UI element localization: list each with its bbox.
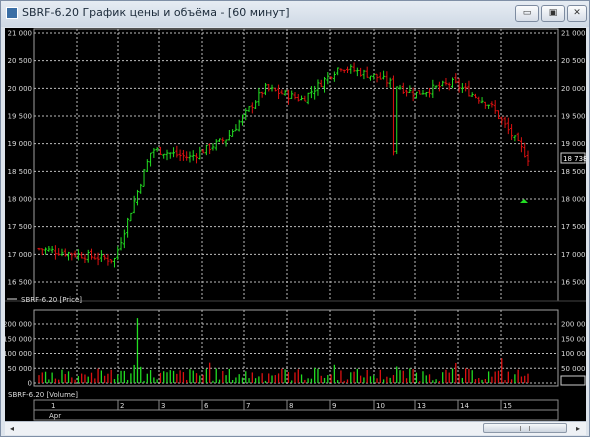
price-tick-label: 21 000 (8, 30, 33, 38)
last-price-label: 18 738 (563, 155, 586, 163)
price-legend: SBRF-6.20 [Price] (21, 296, 82, 304)
price-tick-label: 17 000 (8, 251, 33, 259)
price-tick-label: 18 500 (8, 168, 33, 176)
volume-tick-label: 200 000 (5, 321, 32, 329)
title-bar[interactable]: SBRF-6.20 График цены и объёма - [60 мин… (1, 1, 589, 27)
price-tick-label: 19 500 (561, 113, 586, 121)
price-tick-label: 16 500 (8, 279, 33, 287)
price-panel: 21 000 20 500 20 000 19 500 19 000 18 500 18 0… (8, 28, 588, 302)
price-tick-label: 18 500 (561, 168, 586, 176)
price-tick-label: 17 000 (561, 251, 586, 259)
volume-axis-left: 200 000 150 000 100 000 50 000 0 (3, 321, 33, 388)
price-tick-label: 19 000 (561, 140, 586, 148)
volume-legend: SBRF-6.20 [Volume] (8, 391, 78, 399)
price-tick-label: 19 500 (8, 113, 33, 121)
last-volume-box (560, 375, 586, 386)
window-title: SBRF-6.20 График цены и объёма - [60 мин… (22, 6, 290, 19)
volume-tick-label: 50 000 (8, 365, 33, 373)
day-label: 8 (289, 402, 293, 410)
date-axis: 1 2 3 6 7 8 9 10 13 14 15 Apr (33, 399, 559, 421)
minimize-button[interactable]: ▭ (515, 5, 539, 22)
scroll-right-arrow[interactable]: ▸ (571, 422, 585, 435)
price-tick-label: 16 500 (561, 279, 586, 287)
price-plot-frame (33, 28, 559, 302)
price-tick-label: 18 000 (8, 196, 33, 204)
price-tick-label: 20 500 (561, 57, 586, 65)
chart-window: SBRF-6.20 График цены и объёма - [60 мин… (0, 0, 590, 437)
day-label: 6 (204, 402, 209, 410)
price-tick-label: 20 000 (8, 85, 33, 93)
volume-tick-label: 150 000 (561, 335, 586, 343)
app-icon (6, 7, 18, 19)
day-label: 14 (460, 402, 469, 410)
restore-button[interactable]: ▣ (541, 5, 565, 22)
volume-plot-frame (33, 309, 559, 387)
horizontal-scrollbar[interactable]: ◂ ▸ (5, 421, 586, 435)
price-tick-label: 17 500 (561, 223, 586, 231)
day-label: 1 (51, 402, 55, 410)
day-label: 2 (120, 402, 124, 410)
volume-tick-label: 200 000 (561, 321, 586, 329)
day-label: 3 (161, 402, 165, 410)
scroll-grip-icon (520, 426, 530, 431)
chart-svg: 21 00020 50020 00019 50019 00018 50018 0… (3, 28, 590, 421)
volume-tick-label: 100 000 (561, 350, 586, 358)
price-tick-label: 18 000 (561, 196, 586, 204)
price-tick-label: 17 500 (8, 223, 33, 231)
day-label: 9 (332, 402, 336, 410)
day-label: 10 (376, 402, 385, 410)
volume-tick-label: 0 (28, 380, 32, 388)
volume-tick-label: 150 000 (5, 335, 32, 343)
volume-tick-label: 100 000 (5, 350, 32, 358)
price-tick-label: 20 000 (561, 85, 586, 93)
day-label: 7 (246, 402, 250, 410)
scroll-left-arrow[interactable]: ◂ (5, 422, 19, 435)
scroll-thumb[interactable] (483, 423, 567, 433)
price-tick-label: 19 000 (8, 140, 33, 148)
price-tick-label: 21 000 (561, 30, 586, 38)
chart-area[interactable]: 21 000 20 500 20 000 19 500 19 000 18 500 18 0… (3, 28, 590, 421)
price-tick-label: 20 500 (8, 57, 33, 65)
volume-panel: 200 000 150 000 100 000 50 000 0 200 000 150 … (3, 309, 590, 388)
day-label: 15 (503, 402, 512, 410)
volume-tick-label: 50 000 (561, 365, 586, 373)
price-axis-left: 21 000 20 500 20 000 19 500 19 000 18 500 18 0… (8, 30, 33, 287)
day-label: 13 (417, 402, 426, 410)
close-button[interactable]: ✕ (567, 5, 587, 22)
month-label: Apr (49, 412, 61, 420)
